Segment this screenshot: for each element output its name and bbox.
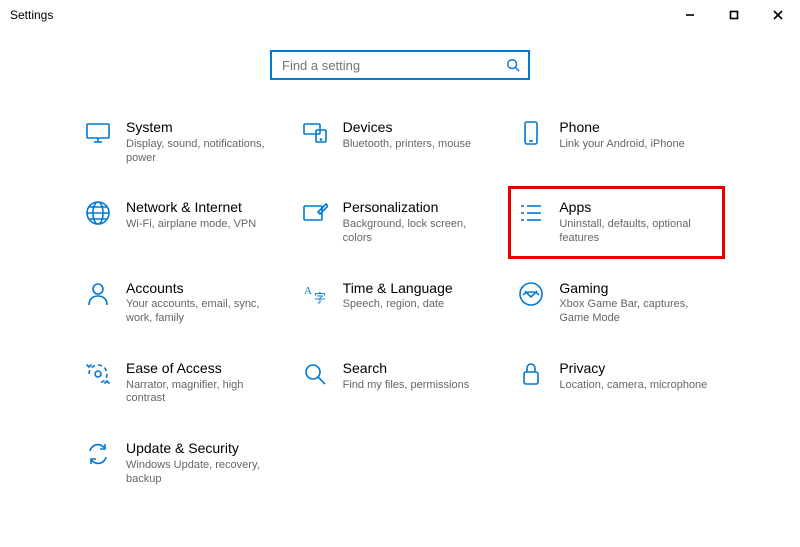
content-area: System Display, sound, notifications, po…: [0, 30, 800, 490]
category-devices[interactable]: Devices Bluetooth, printers, mouse: [297, 115, 504, 169]
personalization-icon: [301, 199, 329, 227]
apps-icon: [517, 199, 545, 227]
category-search[interactable]: Search Find my files, permissions: [297, 356, 504, 410]
search-box[interactable]: [270, 50, 530, 80]
category-title: Apps: [559, 199, 709, 216]
category-personalization[interactable]: Personalization Background, lock screen,…: [297, 195, 504, 249]
category-gaming[interactable]: Gaming Xbox Game Bar, captures, Game Mod…: [513, 276, 720, 330]
search-category-icon: [301, 360, 329, 388]
privacy-icon: [517, 360, 545, 388]
accounts-icon: [84, 280, 112, 308]
category-title: Accounts: [126, 280, 276, 297]
close-icon: [773, 10, 783, 20]
maximize-button[interactable]: [712, 0, 756, 30]
category-desc: Bluetooth, printers, mouse: [343, 138, 471, 152]
update-security-icon: [84, 440, 112, 468]
system-icon: [84, 119, 112, 147]
titlebar: Settings: [0, 0, 800, 30]
category-desc: Uninstall, defaults, optional features: [559, 218, 709, 246]
category-desc: Your accounts, email, sync, work, family: [126, 298, 276, 326]
category-title: Network & Internet: [126, 199, 256, 216]
phone-icon: [517, 119, 545, 147]
maximize-icon: [729, 10, 739, 20]
close-button[interactable]: [756, 0, 800, 30]
time-language-icon: A字: [301, 280, 329, 308]
search-icon: [506, 58, 520, 72]
minimize-button[interactable]: [668, 0, 712, 30]
category-desc: Location, camera, microphone: [559, 379, 707, 393]
window-title: Settings: [10, 8, 53, 22]
search-input[interactable]: [280, 57, 506, 74]
category-apps[interactable]: Apps Uninstall, defaults, optional featu…: [513, 191, 720, 253]
network-icon: [84, 199, 112, 227]
category-time-language[interactable]: A字 Time & Language Speech, region, date: [297, 276, 504, 330]
window-controls: [668, 0, 800, 30]
category-title: Time & Language: [343, 280, 453, 297]
category-network[interactable]: Network & Internet Wi-Fi, airplane mode,…: [80, 195, 287, 249]
svg-text:字: 字: [314, 290, 326, 305]
category-title: Devices: [343, 119, 471, 136]
category-desc: Background, lock screen, colors: [343, 218, 493, 246]
category-accounts[interactable]: Accounts Your accounts, email, sync, wor…: [80, 276, 287, 330]
category-title: Update & Security: [126, 440, 276, 457]
settings-grid: System Display, sound, notifications, po…: [40, 115, 760, 490]
category-desc: Windows Update, recovery, backup: [126, 459, 276, 487]
minimize-icon: [685, 10, 695, 20]
category-title: Search: [343, 360, 470, 377]
svg-text:A: A: [304, 285, 312, 297]
category-update-security[interactable]: Update & Security Windows Update, recove…: [80, 436, 287, 490]
category-desc: Xbox Game Bar, captures, Game Mode: [559, 298, 709, 326]
category-title: Privacy: [559, 360, 707, 377]
search-container: [40, 50, 760, 80]
category-system[interactable]: System Display, sound, notifications, po…: [80, 115, 287, 169]
category-title: System: [126, 119, 276, 136]
category-desc: Find my files, permissions: [343, 379, 470, 393]
category-desc: Display, sound, notifications, power: [126, 138, 276, 166]
category-phone[interactable]: Phone Link your Android, iPhone: [513, 115, 720, 169]
category-desc: Wi-Fi, airplane mode, VPN: [126, 218, 256, 232]
category-ease-of-access[interactable]: Ease of Access Narrator, magnifier, high…: [80, 356, 287, 410]
category-desc: Link your Android, iPhone: [559, 138, 684, 152]
gaming-icon: [517, 280, 545, 308]
devices-icon: [301, 119, 329, 147]
ease-of-access-icon: [84, 360, 112, 388]
category-title: Phone: [559, 119, 684, 136]
category-title: Ease of Access: [126, 360, 276, 377]
category-title: Gaming: [559, 280, 709, 297]
category-privacy[interactable]: Privacy Location, camera, microphone: [513, 356, 720, 410]
category-desc: Speech, region, date: [343, 298, 453, 312]
category-desc: Narrator, magnifier, high contrast: [126, 379, 276, 407]
category-title: Personalization: [343, 199, 493, 216]
